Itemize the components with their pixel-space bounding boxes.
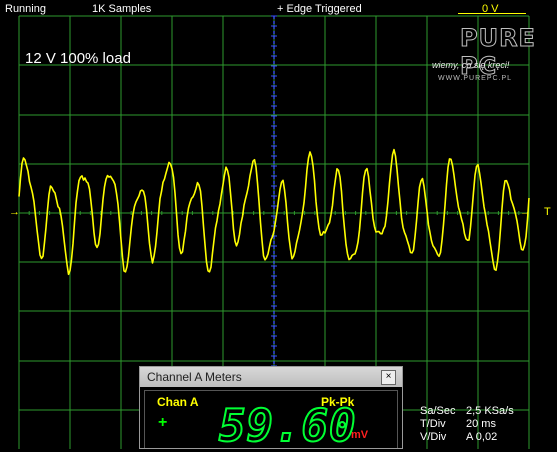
trigger-arrow-icon: →	[520, 206, 531, 218]
meters-titlebar[interactable]: Channel A Meters ×	[140, 367, 402, 387]
meter-reading: 59.60	[218, 401, 357, 452]
scope-annotation: 12 V 100% load	[25, 50, 131, 67]
trigger-marker: T	[544, 206, 551, 218]
close-button[interactable]: ×	[381, 370, 396, 385]
run-state: Running	[5, 3, 46, 15]
setting-key: V/Div	[420, 431, 447, 443]
meters-body: Chan A Pk-Pk + 59.60 mV	[144, 390, 398, 452]
sample-count: 1K Samples	[92, 3, 152, 15]
status-bar: Running 1K Samples + Edge Triggered 0 V	[0, 0, 557, 18]
meters-title: Channel A Meters	[147, 370, 242, 384]
setting-value: A 0,02	[466, 431, 498, 443]
polarity-indicator: +	[158, 414, 168, 431]
channel-label: Chan A	[157, 395, 199, 409]
setting-key: T/Div	[420, 418, 446, 430]
setting-value: 20 ms	[466, 418, 496, 430]
trigger-level-underline	[458, 13, 526, 14]
trigger-mode[interactable]: + Edge Triggered	[277, 3, 362, 15]
logo-tagline: wiemy, co się kręci!	[432, 60, 510, 70]
setting-key: Sa/Sec	[420, 405, 456, 417]
logo-brand: PURE PC	[460, 24, 536, 81]
meter-unit: mV	[351, 429, 369, 441]
setting-value: 2,5 KSa/s	[466, 405, 514, 417]
zero-level-arrow-icon: →	[9, 206, 20, 218]
purepc-logo: PURE PC wiemy, co się kręci! WWW.PUREPC.…	[432, 22, 538, 90]
logo-url: WWW.PUREPC.PL	[438, 75, 513, 82]
channel-a-meters-window[interactable]: Channel A Meters × Chan A Pk-Pk + 59.60 …	[139, 366, 403, 452]
